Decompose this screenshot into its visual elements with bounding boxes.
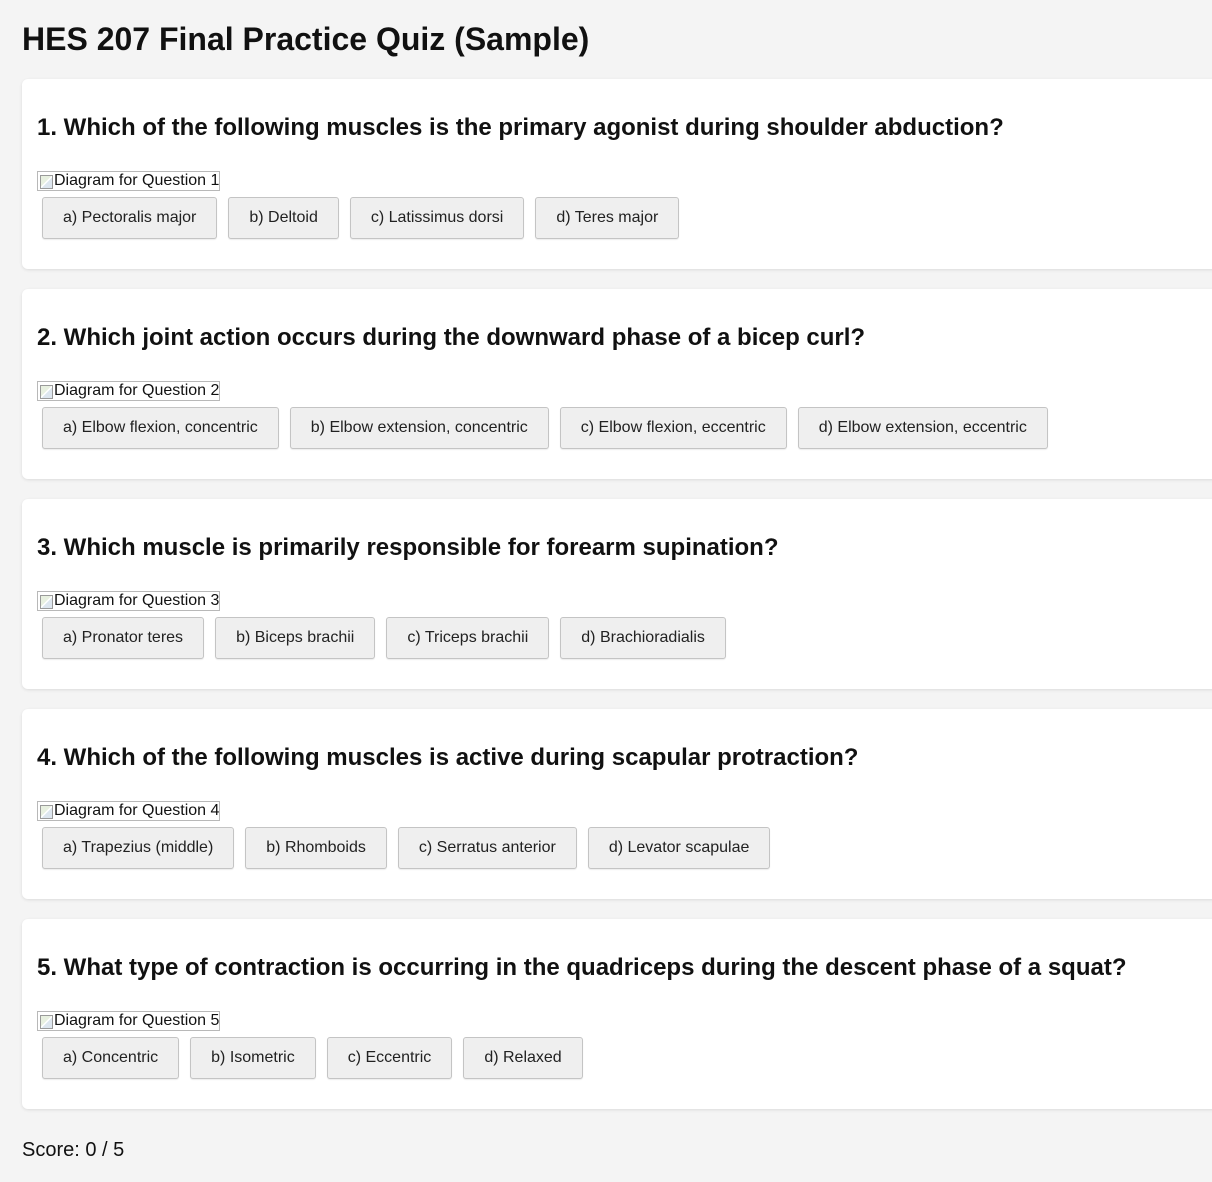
quiz-page: HES 207 Final Practice Quiz (Sample) 1. … bbox=[0, 0, 1212, 1182]
question-text: 4. Which of the following muscles is act… bbox=[37, 744, 859, 771]
question-diagram: Diagram for Question 1 bbox=[37, 171, 221, 191]
question-card: 2. Which joint action occurs during the … bbox=[22, 289, 1212, 479]
question-text: 5. What type of contraction is occurring… bbox=[37, 954, 1127, 981]
answer-option-c[interactable]: c) Elbow flexion, eccentric bbox=[559, 407, 787, 449]
page-title: HES 207 Final Practice Quiz (Sample) bbox=[22, 21, 590, 57]
answer-option-a[interactable]: a) Concentric bbox=[42, 1037, 180, 1079]
answer-option-b[interactable]: b) Elbow extension, concentric bbox=[289, 407, 549, 449]
answer-options: a) Concentric b) Isometric c) Eccentric … bbox=[42, 1037, 583, 1079]
question-text: 3. Which muscle is primarily responsible… bbox=[37, 534, 779, 561]
answer-option-c[interactable]: c) Triceps brachii bbox=[386, 617, 550, 659]
question-card: 3. Which muscle is primarily responsible… bbox=[22, 499, 1212, 689]
answer-option-c[interactable]: c) Latissimus dorsi bbox=[349, 197, 525, 239]
answer-option-b[interactable]: b) Isometric bbox=[190, 1037, 316, 1079]
question-diagram: Diagram for Question 4 bbox=[37, 801, 221, 821]
answer-option-a[interactable]: a) Trapezius (middle) bbox=[42, 827, 235, 869]
broken-image-icon bbox=[39, 383, 53, 399]
answer-options: a) Trapezius (middle) b) Rhomboids c) Se… bbox=[42, 827, 771, 869]
question-text: 2. Which joint action occurs during the … bbox=[37, 324, 866, 351]
diagram-alt-text: Diagram for Question 4 bbox=[54, 802, 220, 819]
answer-options: a) Elbow flexion, concentric b) Elbow ex… bbox=[42, 407, 1048, 449]
question-card: 4. Which of the following muscles is act… bbox=[22, 709, 1212, 899]
answer-option-a[interactable]: a) Elbow flexion, concentric bbox=[42, 407, 279, 449]
answer-option-d[interactable]: d) Levator scapulae bbox=[587, 827, 771, 869]
answer-option-a[interactable]: a) Pronator teres bbox=[42, 617, 205, 659]
answer-option-b[interactable]: b) Deltoid bbox=[228, 197, 339, 239]
answer-option-d[interactable]: d) Relaxed bbox=[463, 1037, 583, 1079]
answer-option-d[interactable]: d) Teres major bbox=[535, 197, 680, 239]
answer-option-b[interactable]: b) Biceps brachii bbox=[215, 617, 376, 659]
answer-option-d[interactable]: d) Elbow extension, eccentric bbox=[797, 407, 1048, 449]
diagram-alt-text: Diagram for Question 3 bbox=[54, 592, 220, 609]
diagram-alt-text: Diagram for Question 2 bbox=[54, 382, 220, 399]
score-display: Score: 0 / 5 bbox=[22, 1139, 125, 1161]
broken-image-icon bbox=[39, 1013, 53, 1029]
question-diagram: Diagram for Question 3 bbox=[37, 591, 221, 611]
diagram-alt-text: Diagram for Question 5 bbox=[54, 1012, 220, 1029]
answer-option-d[interactable]: d) Brachioradialis bbox=[560, 617, 726, 659]
question-card: 1. Which of the following muscles is the… bbox=[22, 79, 1212, 269]
diagram-alt-text: Diagram for Question 1 bbox=[54, 172, 220, 189]
answer-option-c[interactable]: c) Eccentric bbox=[326, 1037, 453, 1079]
question-card: 5. What type of contraction is occurring… bbox=[22, 919, 1212, 1109]
question-text: 1. Which of the following muscles is the… bbox=[37, 114, 1004, 141]
broken-image-icon bbox=[39, 803, 53, 819]
question-diagram: Diagram for Question 5 bbox=[37, 1011, 221, 1031]
answer-options: a) Pectoralis major b) Deltoid c) Latiss… bbox=[42, 197, 680, 239]
answer-option-a[interactable]: a) Pectoralis major bbox=[42, 197, 218, 239]
answer-option-b[interactable]: b) Rhomboids bbox=[245, 827, 387, 869]
broken-image-icon bbox=[39, 593, 53, 609]
answer-option-c[interactable]: c) Serratus anterior bbox=[397, 827, 577, 869]
question-diagram: Diagram for Question 2 bbox=[37, 381, 221, 401]
broken-image-icon bbox=[39, 173, 53, 189]
answer-options: a) Pronator teres b) Biceps brachii c) T… bbox=[42, 617, 726, 659]
